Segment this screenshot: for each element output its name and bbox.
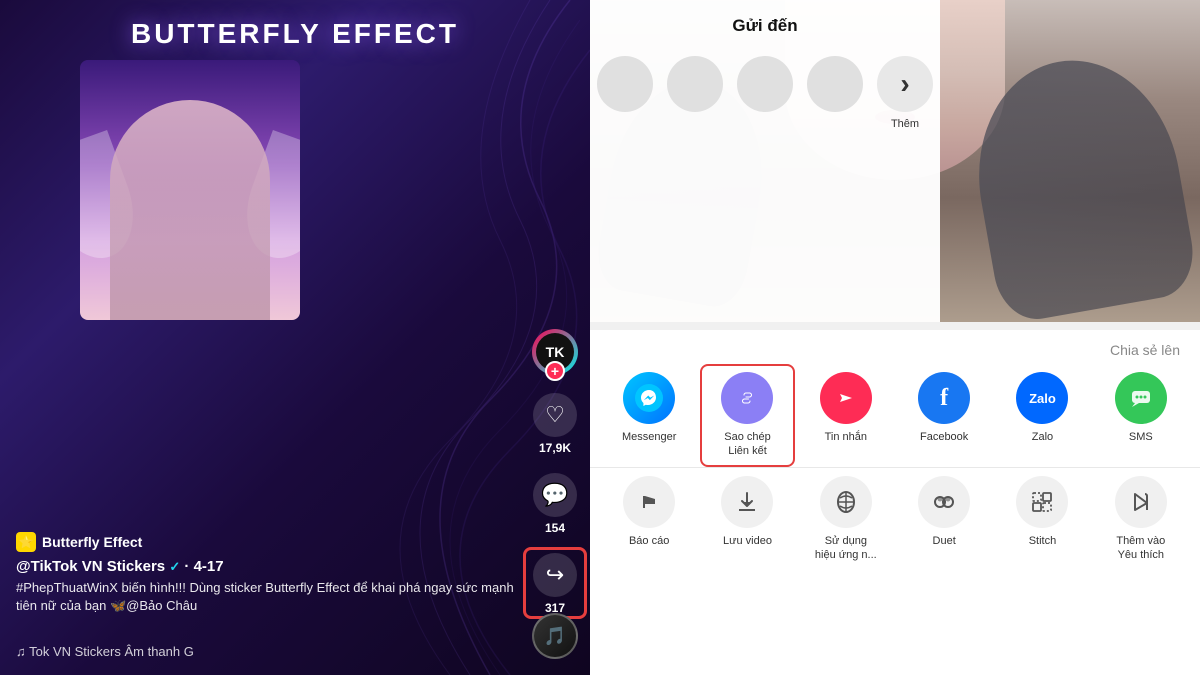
contact-2[interactable] [665, 56, 725, 118]
su-dung-icon [820, 476, 872, 528]
share-apps-row: Messenger Sao chépLiên kết [590, 364, 1200, 467]
contact-avatar-2 [667, 56, 723, 112]
share-bottom-section: Chia sẻ lên [590, 330, 1200, 675]
share-app-bao-cao[interactable]: Báo cáo [600, 468, 698, 571]
follow-plus: + [545, 361, 565, 381]
share-app-them-vao[interactable]: Thêm vàoYêu thích [1092, 468, 1190, 571]
share-app-su-dung[interactable]: Sử dụnghiệu ứng n... [797, 468, 895, 571]
sms-label: SMS [1129, 430, 1153, 444]
bao-cao-icon [623, 476, 675, 528]
more-label: Thêm [891, 118, 919, 130]
video-description: #PhepThuatWinX biến hình!!! Dùng sticker… [16, 579, 520, 615]
share-top-section: Gửi đến [590, 0, 1200, 330]
share-app-stitch[interactable]: Stitch [993, 468, 1091, 571]
them-vao-icon [1115, 476, 1167, 528]
messenger-label: Messenger [622, 430, 676, 444]
stitch-label: Stitch [1029, 534, 1057, 548]
share-app-sms[interactable]: SMS [1092, 364, 1190, 467]
share-icon: ↪ [533, 553, 577, 597]
contacts-container: Gửi đến [590, 0, 940, 330]
heart-icon: ♡ [533, 393, 577, 437]
video-info: ⭐ Butterfly Effect @TikTok VN Stickers ✓… [16, 532, 520, 615]
share-sheet: Gửi đến [590, 0, 1200, 675]
share-app-luu-video[interactable]: Lưu video [698, 468, 796, 571]
sms-icon [1115, 372, 1167, 424]
contact-avatar-3 [737, 56, 793, 112]
share-app-zalo[interactable]: Zalo Zalo [993, 364, 1091, 467]
su-dung-label: Sử dụnghiệu ứng n... [815, 534, 877, 563]
zalo-label: Zalo [1032, 430, 1053, 444]
share-actions-row: Báo cáo Lưu video [590, 468, 1200, 571]
contact-avatar-1 [597, 56, 653, 112]
song-name: Butterfly Effect [42, 534, 142, 550]
video-thumbnail [80, 60, 300, 320]
zalo-icon: Zalo [1016, 372, 1068, 424]
duet-label: Duet [933, 534, 956, 548]
video-title: BUTTERFLY EFFECT [0, 18, 590, 50]
chia-se-label: Chia sẻ lên [590, 330, 1200, 364]
facebook-icon: f [918, 372, 970, 424]
music-bar: ♫ Tok VN Stickers Âm thanh G [16, 644, 194, 659]
contact-avatar-4 [807, 56, 863, 112]
share-app-facebook[interactable]: f Facebook [895, 364, 993, 467]
song-icon: ⭐ [16, 532, 36, 552]
contact-1[interactable] [595, 56, 655, 118]
contact-4[interactable] [805, 56, 865, 118]
share-app-copy-link[interactable]: Sao chépLiên kết [698, 364, 796, 467]
tin-nhan-label: Tin nhắn [825, 430, 867, 444]
more-contacts-button[interactable]: › Thêm [875, 56, 935, 130]
tin-nhan-icon [820, 372, 872, 424]
luu-video-label: Lưu video [723, 534, 772, 548]
song-tag: ⭐ Butterfly Effect [16, 532, 520, 552]
luu-video-icon [721, 476, 773, 528]
copy-link-icon [721, 372, 773, 424]
comment-count: 154 [545, 521, 565, 535]
comment-button[interactable]: 💬 154 [533, 473, 577, 535]
username[interactable]: @TikTok VN Stickers ✓ · 4-17 [16, 558, 520, 575]
share-button[interactable]: ↪ 317 [533, 553, 577, 615]
comment-icon: 💬 [533, 473, 577, 517]
share-app-duet[interactable]: Duet [895, 468, 993, 571]
them-vao-label: Thêm vàoYêu thích [1116, 534, 1165, 563]
contacts-row: › Thêm [590, 48, 940, 138]
action-bar: TK + ♡ 17,9K 💬 154 ↪ 317 [532, 329, 578, 615]
profile-button[interactable]: TK + [532, 329, 578, 375]
stitch-icon [1016, 476, 1068, 528]
like-count: 17,9K [539, 441, 571, 455]
share-app-tin-nhan[interactable]: Tin nhắn [797, 364, 895, 467]
video-panel: BUTTERFLY EFFECT ⭐ Butterfly Effect @Tik… [0, 0, 590, 675]
profile-icon: TK + [532, 329, 578, 375]
share-app-messenger[interactable]: Messenger [600, 364, 698, 467]
bao-cao-label: Báo cáo [629, 534, 669, 548]
verified-badge: ✓ [169, 559, 180, 574]
facebook-label: Facebook [920, 430, 968, 444]
duet-icon [918, 476, 970, 528]
music-disk[interactable]: 🎵 [532, 613, 578, 659]
contact-3[interactable] [735, 56, 795, 118]
messenger-icon [623, 372, 675, 424]
chevron-right-icon: › [877, 56, 933, 112]
gui-den-header: Gửi đến [590, 0, 940, 48]
copy-link-label: Sao chépLiên kết [724, 430, 770, 459]
like-button[interactable]: ♡ 17,9K [533, 393, 577, 455]
